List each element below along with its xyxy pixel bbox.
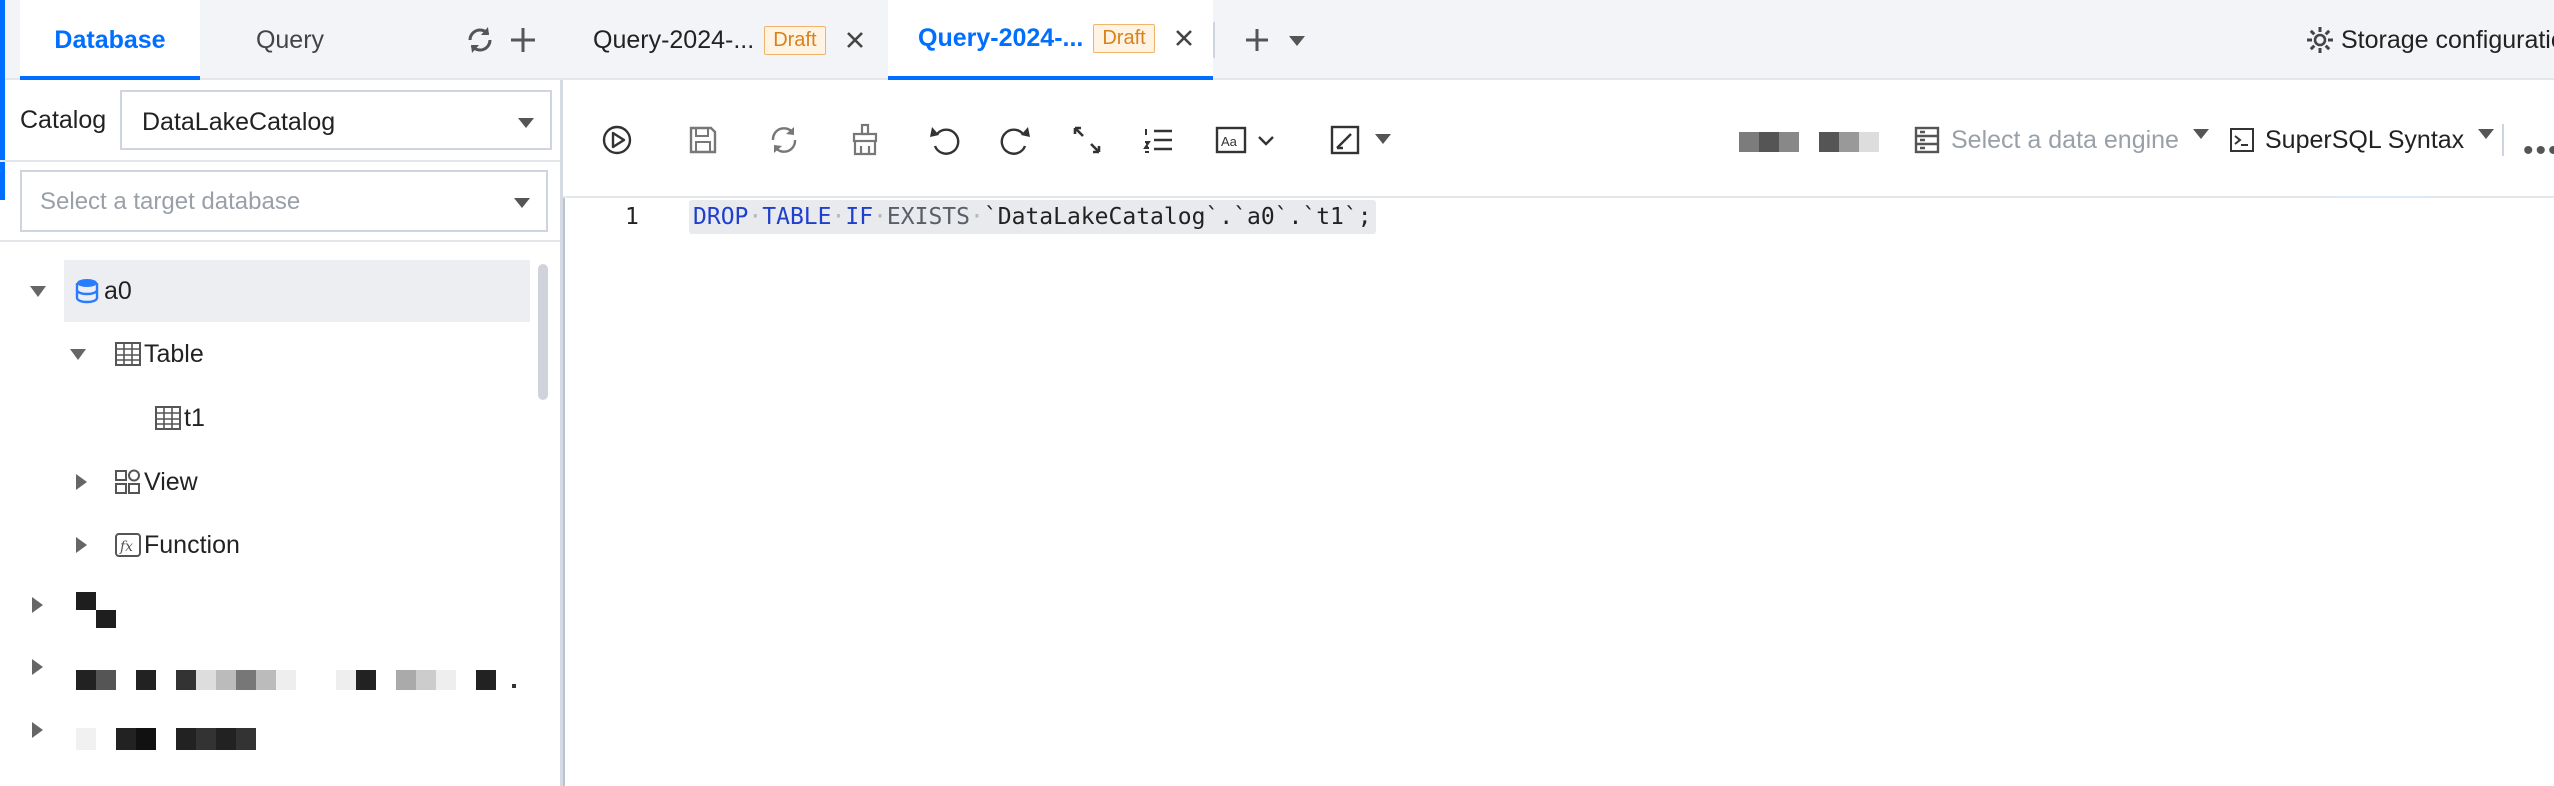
tree-label: Table	[144, 339, 204, 368]
gear-icon	[2307, 27, 2333, 53]
tab-query[interactable]: Query	[200, 0, 380, 80]
tree-toggle-view[interactable]	[76, 451, 87, 513]
terminal-icon	[2230, 128, 2254, 152]
line-number: 1	[625, 204, 639, 230]
caret-right-icon[interactable]	[32, 597, 43, 613]
sidebar: Database Query Catalog DataLakeCatalog S…	[0, 0, 563, 786]
font-chevron-icon[interactable]	[1255, 122, 1277, 158]
database-icon	[75, 279, 99, 304]
caret-right-icon[interactable]	[76, 474, 87, 490]
expand-icon[interactable]	[1069, 122, 1105, 158]
catalog-label: Catalog	[20, 106, 107, 134]
close-icon[interactable]	[1173, 27, 1195, 49]
redo-icon[interactable]	[997, 122, 1033, 158]
sql-editor[interactable]: 1 DROP·TABLE·IF·EXISTS·`DataLakeCatalog`…	[563, 198, 2554, 786]
tree-item-view-group[interactable]: View	[114, 451, 198, 513]
chevron-down-icon	[2478, 129, 2495, 139]
storage-configuration-button[interactable]: Storage configuratio	[2305, 0, 2554, 80]
function-icon: fx	[115, 533, 141, 557]
view-icon	[115, 469, 140, 494]
tree-label: Function	[144, 530, 240, 559]
run-icon[interactable]	[599, 122, 635, 158]
tab-menu-chevron-icon[interactable]	[1289, 36, 1305, 46]
tree-label: t1	[184, 403, 205, 432]
table-icon	[115, 342, 141, 366]
catalog-value: DataLakeCatalog	[142, 108, 336, 136]
caret-right-icon[interactable]	[32, 722, 43, 738]
tree-label: View	[144, 467, 198, 496]
sidebar-tabs: Database Query	[0, 0, 563, 80]
query-tab-bar: Query-2024-... Draft Query-2024-... Draf…	[563, 0, 2554, 80]
clean-icon[interactable]	[847, 122, 883, 158]
chevron-down-icon	[518, 118, 534, 128]
syntax-select[interactable]: SuperSQL Syntax	[2229, 82, 2495, 198]
tree-label: a0	[104, 276, 132, 305]
svg-text:fx: fx	[119, 539, 133, 555]
tree-toggle-obscured-2[interactable]	[32, 636, 43, 698]
storage-configuration-label: Storage configuratio	[2341, 25, 2554, 54]
catalog-row: Catalog DataLakeCatalog	[0, 80, 560, 162]
editor-toolbar: Aa Select a data engine SuperSQL Syntax	[563, 82, 2554, 202]
database-select[interactable]	[20, 170, 548, 232]
format-chevron-icon[interactable]	[1375, 134, 1391, 144]
catalog-select[interactable]: DataLakeCatalog	[120, 90, 552, 150]
tree-toggle-function[interactable]	[76, 514, 87, 576]
svg-text:Aa: Aa	[1221, 134, 1238, 149]
format-icon[interactable]	[1327, 122, 1363, 158]
engine-icon	[1914, 126, 1940, 154]
redacted-item-1[interactable]	[76, 592, 120, 632]
tree-toggle-obscured-3[interactable]	[32, 699, 43, 761]
save-icon[interactable]	[685, 122, 721, 158]
query-tab-1[interactable]: Query-2024-... Draft	[563, 0, 888, 80]
draft-badge: Draft	[1093, 23, 1155, 53]
data-engine-select[interactable]: Select a data engine	[1913, 82, 2209, 198]
sidebar-scrollbar[interactable]	[538, 264, 548, 400]
tab-database[interactable]: Database	[20, 0, 200, 80]
chevron-down-icon	[2192, 129, 2209, 139]
tree-item-database[interactable]: a0	[64, 260, 530, 322]
caret-right-icon[interactable]	[76, 537, 87, 553]
add-tab-icon[interactable]	[1239, 22, 1275, 58]
caret-right-icon[interactable]	[32, 659, 43, 675]
font-icon[interactable]: Aa	[1213, 122, 1249, 158]
caret-down-icon[interactable]	[70, 348, 86, 360]
table-identifier: `DataLakeCatalog`.`a0`.`t1`;	[983, 204, 1372, 230]
add-database-icon[interactable]	[505, 22, 541, 58]
sync-icon[interactable]	[462, 22, 498, 58]
database-tree: a0 Table t1 View fx Function	[0, 244, 560, 786]
code-line[interactable]: DROP·TABLE·IF·EXISTS·`DataLakeCatalog`.`…	[689, 200, 1376, 234]
table-icon	[155, 406, 181, 430]
tree-item-table[interactable]: t1	[154, 387, 205, 449]
query-tab-title: Query-2024-...	[918, 23, 1084, 52]
chevron-down-icon	[514, 198, 530, 208]
refresh-icon[interactable]	[766, 122, 802, 158]
database-select-row	[0, 162, 560, 242]
keyword-table: TABLE	[762, 204, 832, 230]
query-tab-title: Query-2024-...	[593, 25, 755, 54]
caret-down-icon[interactable]	[30, 285, 46, 297]
database-select-input[interactable]	[40, 188, 480, 216]
redacted-item-3[interactable]	[76, 728, 276, 750]
tree-toggle-obscured-1[interactable]	[32, 574, 43, 636]
query-tab-2[interactable]: Query-2024-... Draft	[888, 0, 1213, 80]
list-icon[interactable]	[1141, 122, 1177, 158]
undo-icon[interactable]	[927, 122, 963, 158]
draft-badge: Draft	[764, 25, 826, 55]
close-icon[interactable]	[844, 29, 866, 51]
keyword-exists: EXISTS	[886, 204, 971, 230]
keyword-if: IF	[845, 204, 874, 230]
redacted-item-2[interactable]	[76, 670, 516, 690]
keyword-drop: DROP	[693, 204, 749, 230]
more-icon[interactable]: •••	[2523, 134, 2554, 168]
editor-left-border	[563, 198, 565, 786]
tree-toggle-table[interactable]	[70, 323, 86, 385]
syntax-label: SuperSQL Syntax	[2265, 125, 2465, 154]
tree-item-function-group[interactable]: fx Function	[114, 514, 240, 576]
redacted-toolbar-item[interactable]	[1739, 132, 1879, 152]
tab-divider	[1213, 22, 1215, 58]
data-engine-placeholder: Select a data engine	[1951, 125, 2179, 154]
tree-item-table-group[interactable]: Table	[114, 323, 204, 385]
toolbar-divider	[2502, 124, 2504, 156]
